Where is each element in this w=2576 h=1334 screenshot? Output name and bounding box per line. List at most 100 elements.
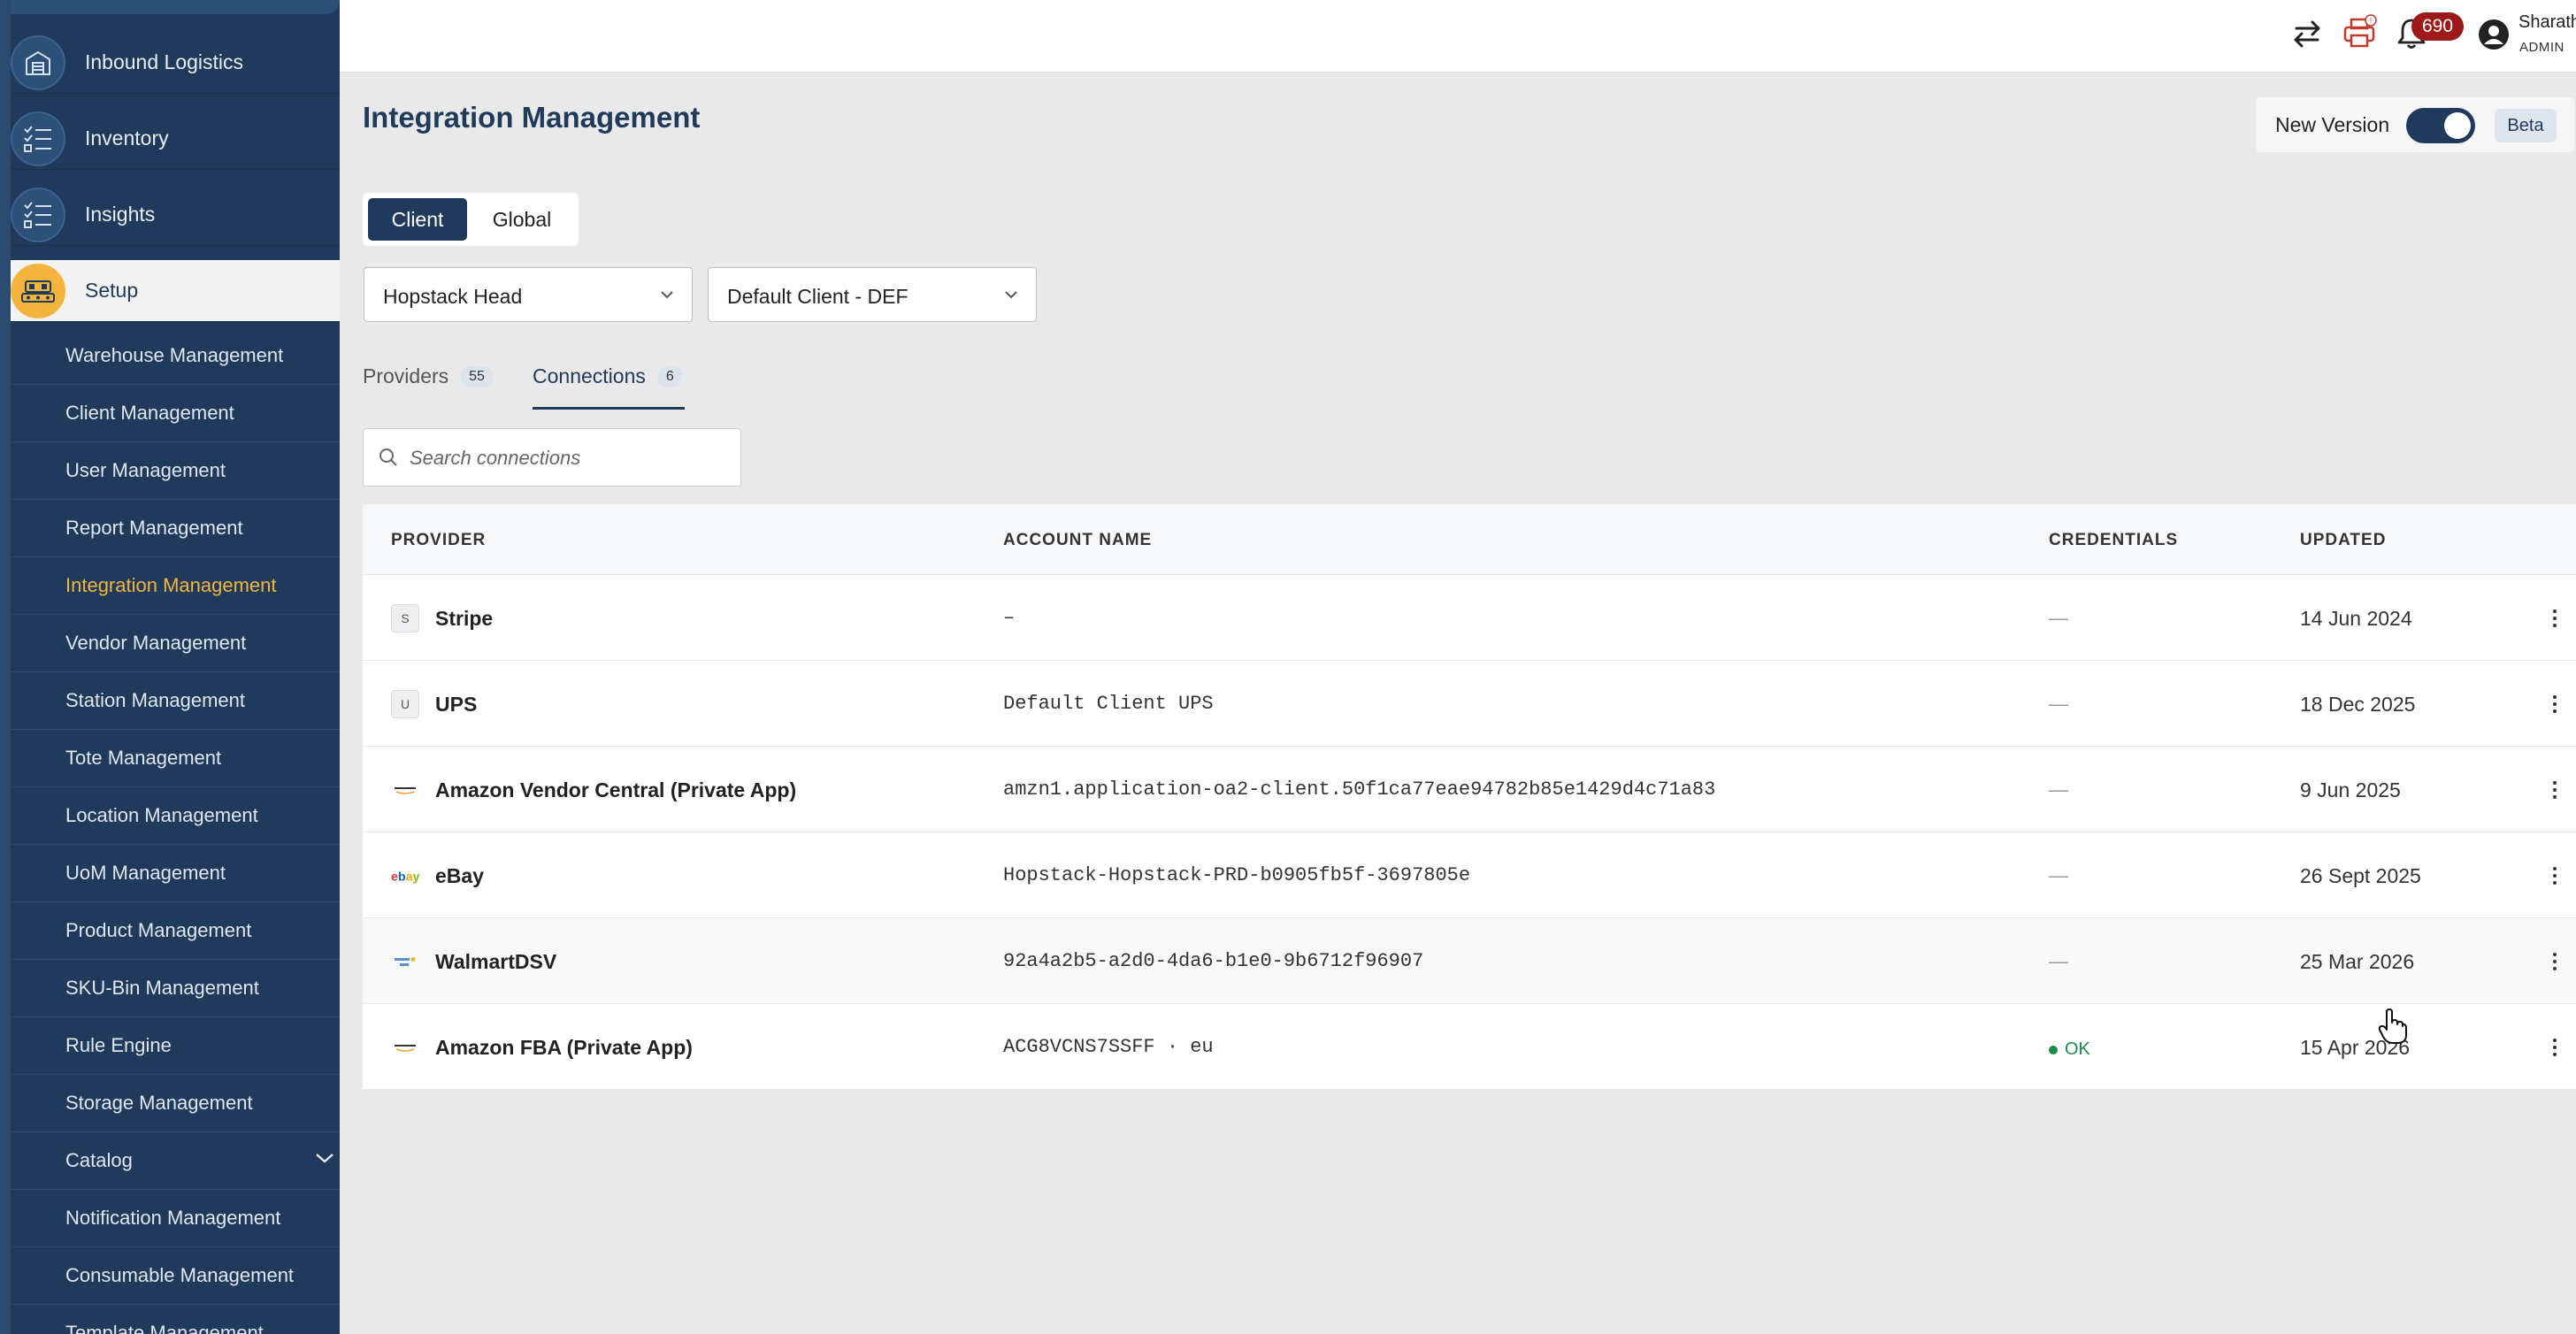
beta-badge: Beta [2495, 109, 2557, 142]
credentials-status: — [2049, 607, 2068, 629]
svg-text:ebay: ebay [391, 870, 419, 884]
table-row[interactable]: Amazon FBA (Private App) ACG8VCNS7SSFF ·… [363, 1004, 2576, 1090]
checklist-icon [11, 111, 65, 166]
account-name: 92a4a2b5-a2d0-4da6-b1e0-9b6712f96907 [1003, 950, 1424, 972]
sidebar-item-label: Template Management [65, 1322, 264, 1334]
row-actions-kebab-icon[interactable] [2546, 605, 2564, 632]
table-row[interactable]: Amazon Vendor Central (Private App) amzn… [363, 747, 2576, 832]
ebay-logo-icon: ebay [391, 862, 419, 890]
tab-providers[interactable]: Providers 55 [363, 364, 493, 388]
table-row[interactable]: WalmartDSV 92a4a2b5-a2d0-4da6-b1e0-9b671… [363, 918, 2576, 1004]
column-header-updated[interactable]: UPDATED [2300, 531, 2386, 550]
updated-date: 26 Sept 2025 [2300, 864, 2421, 887]
warehouse-icon [11, 34, 65, 90]
sidebar-item-label: Tote Management [65, 747, 222, 769]
sidebar-item-template-management[interactable]: Template Management [11, 1305, 340, 1334]
account-name: ACG8VCNS7SSFF · eu [1003, 1036, 1214, 1058]
credentials-status: — [2049, 950, 2068, 972]
sidebar-item-vendor-management[interactable]: Vendor Management [11, 615, 340, 672]
sidebar-item-client-management[interactable]: Client Management [11, 385, 340, 442]
client-select[interactable]: Default Client - DEF [708, 267, 1037, 322]
warehouse-select-value: Hopstack Head [383, 285, 523, 308]
column-header-provider[interactable]: PROVIDER [391, 531, 486, 550]
sidebar-module-label: Setup [85, 279, 139, 302]
toggle-knob [2444, 112, 2471, 139]
sidebar-module-inventory[interactable]: Inventory [11, 108, 340, 170]
column-header-account-name[interactable]: ACCOUNT NAME [1003, 531, 1152, 550]
status-dot-icon [2049, 1045, 2058, 1054]
scope-global-button[interactable]: Global [471, 198, 573, 241]
user-name[interactable]: Sharath [2518, 12, 2576, 33]
user-role: ADMIN [2519, 40, 2564, 55]
chevron-down-icon[interactable] [315, 1152, 334, 1164]
sidebar-item-sku-bin-management[interactable]: SKU-Bin Management [11, 960, 340, 1017]
sidebar-item-storage-management[interactable]: Storage Management [11, 1075, 340, 1132]
sidebar-module-inbound-logistics[interactable]: Inbound Logistics [11, 32, 340, 94]
row-actions-kebab-icon[interactable] [2546, 777, 2564, 803]
page-title: Integration Management [363, 101, 701, 134]
updated-date: 14 Jun 2024 [2300, 607, 2412, 630]
column-header-credentials[interactable]: CREDENTIALS [2049, 531, 2178, 550]
printer-icon[interactable]: ! [2341, 12, 2380, 51]
sidebar-item-label: Client Management [65, 402, 234, 424]
sidebar-item-location-management[interactable]: Location Management [11, 787, 340, 845]
sidebar-item-integration-management[interactable]: Integration Management [11, 557, 340, 615]
sidebar-item-warehouse-management[interactable]: Warehouse Management [11, 327, 340, 385]
sidebar-item-product-management[interactable]: Product Management [11, 902, 340, 960]
sidebar-item-label: UoM Management [65, 862, 226, 884]
warehouse-select[interactable]: Hopstack Head [364, 267, 693, 322]
row-actions-kebab-icon[interactable] [2546, 1034, 2564, 1061]
swap-arrows-icon[interactable] [2291, 18, 2323, 50]
table-row[interactable]: S Stripe – — 14 Jun 2024 [363, 575, 2576, 661]
chevron-down-icon [1005, 291, 1017, 299]
stripe-logo-icon: S [391, 604, 419, 632]
sidebar-item-catalog[interactable]: Catalog [11, 1132, 340, 1190]
sidebar-item-label: Rule Engine [65, 1034, 172, 1056]
table-row[interactable]: ebay eBay Hopstack-Hopstack-PRD-b0905fb5… [363, 832, 2576, 918]
provider-name: Amazon Vendor Central (Private App) [435, 778, 797, 801]
updated-date: 25 Mar 2026 [2300, 950, 2415, 973]
notification-count-badge: 690 [2411, 12, 2465, 41]
row-actions-kebab-icon[interactable] [2546, 862, 2564, 889]
search-input[interactable] [410, 441, 728, 475]
sidebar-item-notification-management[interactable]: Notification Management [11, 1190, 340, 1247]
sidebar-item-report-management[interactable]: Report Management [11, 500, 340, 557]
setup-icon [11, 263, 65, 318]
provider-name: UPS [435, 693, 478, 716]
row-actions-kebab-icon[interactable] [2546, 948, 2564, 975]
sidebar-item-label: Catalog [65, 1149, 133, 1171]
sidebar-item-consumable-management[interactable]: Consumable Management [11, 1247, 340, 1305]
sidebar-item-label: Vendor Management [65, 632, 247, 654]
account-name: Default Client UPS [1003, 693, 1214, 715]
user-avatar-icon[interactable] [2477, 18, 2511, 51]
table-row[interactable]: U UPS Default Client UPS — 18 Dec 2025 [363, 661, 2576, 747]
client-select-value: Default Client - DEF [727, 285, 908, 308]
sidebar-item-uom-management[interactable]: UoM Management [11, 845, 340, 902]
credentials-status: — [2049, 693, 2068, 715]
credentials-status-label: OK [2065, 1039, 2090, 1059]
sidebar-module-label: Insights [85, 203, 156, 226]
credentials-status: — [2049, 864, 2068, 886]
sidebar-item-label: User Management [65, 459, 226, 481]
scope-client-button[interactable]: Client [368, 198, 467, 241]
provider-name: Stripe [435, 607, 494, 630]
tab-connections[interactable]: Connections 6 [533, 364, 682, 388]
sidebar-item-label: Integration Management [65, 574, 277, 596]
sidebar-edge [0, 0, 11, 1334]
svg-text:!: ! [2370, 17, 2372, 25]
sidebar-item-tote-management[interactable]: Tote Management [11, 730, 340, 787]
sidebar-module-setup[interactable]: Setup [11, 260, 340, 322]
new-version-toggle[interactable] [2406, 108, 2475, 143]
row-actions-kebab-icon[interactable] [2546, 691, 2564, 717]
sidebar-item-station-management[interactable]: Station Management [11, 672, 340, 730]
sidebar-item-rule-engine[interactable]: Rule Engine [11, 1017, 340, 1075]
sidebar-item-user-management[interactable]: User Management [11, 442, 340, 500]
sidebar-item-label: Consumable Management [65, 1264, 295, 1286]
sidebar-item-label: Notification Management [65, 1207, 281, 1229]
provider-name: eBay [435, 864, 484, 887]
sidebar-module-insights[interactable]: Insights [11, 184, 340, 246]
account-name: – [1003, 607, 1016, 629]
sidebar-item-label: SKU-Bin Management [65, 977, 259, 999]
search-icon [380, 448, 397, 466]
hand-cursor-icon [2378, 1008, 2407, 1044]
